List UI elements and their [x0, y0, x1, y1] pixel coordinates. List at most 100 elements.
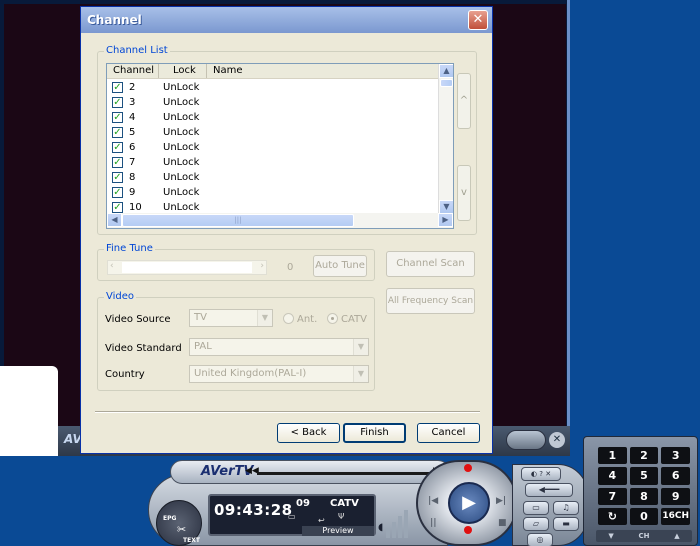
numpad-key[interactable]: 16CH — [661, 507, 690, 525]
table-row[interactable]: ✓ 9 UnLock — [107, 185, 440, 200]
seek-slider[interactable] — [257, 472, 441, 475]
channel-checkbox[interactable]: ✓ — [112, 127, 123, 138]
channel-checkbox[interactable]: ✓ — [112, 187, 123, 198]
table-row[interactable]: ✓ 3 UnLock — [107, 95, 440, 110]
chevron-down-icon[interactable]: ▼ — [353, 339, 368, 355]
numpad-key[interactable]: 6 — [661, 467, 690, 485]
numpad-key[interactable]: ↻ — [598, 507, 627, 525]
channel-checkbox[interactable]: ✓ — [112, 112, 123, 123]
scroll-down-icon[interactable]: ▼ — [439, 200, 453, 214]
catv-radio-label: CATV — [341, 314, 367, 325]
next-icon[interactable]: ▶| — [496, 496, 506, 506]
back-button[interactable]: < Back — [277, 423, 340, 443]
move-down-button[interactable]: v — [457, 165, 471, 221]
video-label: Video — [104, 291, 137, 302]
auto-tune-button[interactable]: Auto Tune — [313, 255, 367, 277]
column-header-name[interactable]: Name — [207, 64, 439, 78]
scroll-up-icon[interactable]: ▲ — [439, 64, 453, 78]
epg-text-button[interactable]: EPG ✂ TEXT — [156, 500, 202, 546]
vertical-scrollbar[interactable]: ▲ ▼ — [438, 64, 453, 214]
channel-checkbox[interactable]: ✓ — [112, 202, 123, 213]
video-standard-select[interactable]: PAL ▼ — [189, 338, 369, 356]
numpad-key[interactable]: 1 — [598, 447, 627, 465]
numpad-key[interactable]: 0 — [629, 507, 659, 525]
channel-checkbox[interactable]: ✓ — [112, 172, 123, 183]
fine-tune-slider[interactable]: ‹ › — [107, 260, 267, 275]
dialog-title: Channel — [87, 13, 142, 27]
monitor-icon[interactable]: ▭ — [523, 501, 549, 515]
chevron-down-icon[interactable]: ▼ — [257, 310, 272, 326]
numpad-key[interactable]: 4 — [598, 467, 627, 485]
all-frequency-scan-button[interactable]: All Frequency Scan — [386, 288, 475, 314]
scroll-right-icon[interactable]: ▶ — [438, 213, 453, 227]
numpad-key[interactable]: 5 — [629, 467, 659, 485]
record-button[interactable] — [464, 526, 472, 534]
fine-tune-left-icon[interactable]: ‹ — [110, 261, 114, 271]
volume-meter[interactable] — [382, 498, 412, 538]
previous-icon[interactable]: |◀ — [428, 496, 438, 506]
column-header-channel[interactable]: Channel — [107, 64, 159, 78]
channel-scan-button[interactable]: Channel Scan — [386, 251, 475, 277]
ant-radio[interactable] — [283, 313, 294, 324]
channel-up-icon[interactable]: ▲ — [674, 532, 679, 540]
channel-checkbox[interactable]: ✓ — [112, 157, 123, 168]
table-row[interactable]: ✓ 5 UnLock — [107, 125, 440, 140]
volume-bar — [386, 528, 390, 538]
channel-down-icon[interactable]: ▼ — [608, 532, 613, 540]
stop-icon[interactable]: ■ — [498, 518, 507, 528]
fine-tune-right-icon[interactable]: › — [260, 261, 264, 271]
tv-window-control-button[interactable] — [506, 430, 546, 450]
dialog-separator — [95, 411, 480, 413]
table-row[interactable]: ✓ 4 UnLock — [107, 110, 440, 125]
help-icon[interactable]: ◐ ? ✕ — [521, 467, 561, 481]
vertical-scroll-thumb[interactable] — [440, 79, 453, 87]
fine-tune-value: 0 — [287, 262, 294, 273]
disc-icon[interactable]: ◎ — [527, 533, 553, 546]
table-row[interactable]: ✓ 8 UnLock — [107, 170, 440, 185]
country-select[interactable]: United Kingdom(PAL-I) ▼ — [189, 365, 369, 383]
cancel-button[interactable]: Cancel — [417, 423, 480, 443]
back-arrow-icon[interactable]: ◀━━━ — [525, 483, 573, 497]
channel-number: 2 — [129, 82, 136, 93]
channel-listview[interactable]: Channel Lock Name ✓ 2 UnLock ✓ 3 UnLock ✓ 4 UnLo… — [106, 63, 454, 229]
channel-checkbox[interactable]: ✓ — [112, 97, 123, 108]
chevron-down-icon[interactable]: ▼ — [353, 366, 368, 382]
tv-window-close-icon[interactable]: ✕ — [549, 432, 565, 448]
number-keys: 1 2 3 4 5 6 7 8 9 ↻ 0 16CH — [598, 447, 690, 525]
snapshot-icon[interactable]: ▬ — [553, 517, 579, 531]
numpad-key[interactable]: 9 — [661, 487, 690, 505]
horizontal-scrollbar[interactable]: ◀ ||| ▶ — [107, 213, 453, 228]
fine-tune-label: Fine Tune — [104, 243, 155, 254]
table-row[interactable]: ✓ 6 UnLock — [107, 140, 440, 155]
table-row[interactable]: ✓ 7 UnLock — [107, 155, 440, 170]
numpad-key[interactable]: 2 — [629, 447, 659, 465]
playback-dial[interactable]: |◀ ▶| || ■ ▶ — [416, 460, 518, 546]
table-row[interactable]: ✓ 2 UnLock — [107, 80, 440, 95]
numpad-key[interactable]: 7 — [598, 487, 627, 505]
play-button[interactable]: ▶ — [448, 482, 490, 524]
dialog-close-button[interactable]: ✕ — [468, 10, 488, 30]
channel-number: 3 — [129, 97, 136, 108]
video-source-select[interactable]: TV ▼ — [189, 309, 273, 327]
numpad-key[interactable]: 3 — [661, 447, 690, 465]
fine-tune-track — [122, 262, 252, 273]
channel-checkbox[interactable]: ✓ — [112, 142, 123, 153]
folder-icon[interactable]: ▱ — [523, 517, 549, 531]
channel-number: 4 — [129, 112, 136, 123]
channel-checkbox[interactable]: ✓ — [112, 82, 123, 93]
scroll-left-icon[interactable]: ◀ — [107, 213, 122, 227]
numpad-key[interactable]: 8 — [629, 487, 659, 505]
signal-source: CATV — [330, 498, 359, 509]
antenna-icon: Ψ — [338, 512, 345, 521]
record-indicator-icon — [464, 464, 472, 472]
channel-number: 10 — [129, 202, 142, 213]
channel-lock-status: UnLock — [163, 97, 200, 108]
mode-label: Preview — [302, 526, 374, 536]
catv-radio[interactable] — [327, 313, 338, 324]
horizontal-scroll-thumb[interactable]: ||| — [122, 214, 354, 227]
move-up-button[interactable]: ^ — [457, 73, 471, 129]
finish-button[interactable]: Finish — [343, 423, 406, 443]
pause-icon[interactable]: || — [430, 518, 437, 528]
column-header-lock[interactable]: Lock — [159, 64, 207, 78]
music-icon[interactable]: ♫ — [553, 501, 579, 515]
